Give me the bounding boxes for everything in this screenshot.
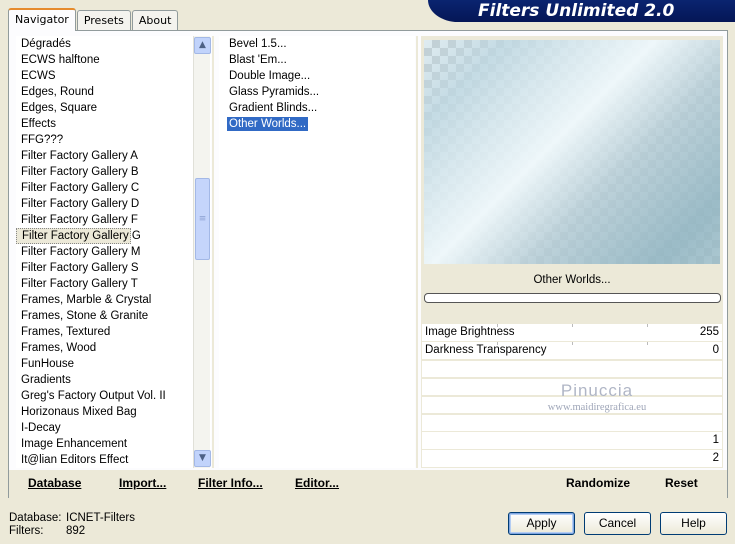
tab-strip: Navigator Presets About bbox=[8, 8, 179, 31]
param-slider-4[interactable]: 2 bbox=[422, 450, 722, 467]
watermark-url: www.maidiregrafica.eu bbox=[547, 402, 647, 413]
scroll-up-icon[interactable]: ▲ bbox=[194, 37, 211, 54]
category-item[interactable]: Gradients bbox=[16, 372, 211, 388]
tab-about[interactable]: About bbox=[131, 10, 179, 30]
filters-count: 892 bbox=[66, 525, 86, 537]
category-item[interactable]: Frames, Wood bbox=[16, 340, 211, 356]
cancel-button[interactable]: Cancel bbox=[584, 512, 651, 535]
param-value: 0 bbox=[712, 344, 719, 356]
param-value: 2 bbox=[712, 452, 719, 464]
preview-filter-name: Other Worlds... bbox=[533, 274, 611, 286]
category-item[interactable]: Frames, Stone & Granite bbox=[16, 308, 211, 324]
editor-button[interactable]: Editor... bbox=[295, 476, 339, 490]
category-item[interactable]: Greg's Factory Output Vol. II bbox=[16, 388, 211, 404]
category-item[interactable]: FunHouse bbox=[16, 356, 211, 372]
category-item[interactable]: Edges, Square bbox=[16, 100, 211, 116]
divider bbox=[212, 36, 214, 468]
category-item[interactable]: Horizonaus Mixed Bag bbox=[16, 404, 211, 420]
filter-item[interactable]: Other Worlds... bbox=[219, 116, 415, 132]
category-item[interactable]: Filter Factory Gallery G bbox=[16, 228, 141, 244]
database-button[interactable]: Database bbox=[28, 476, 81, 490]
category-item[interactable]: FFG??? bbox=[16, 132, 211, 148]
filters-info: Filters: 892 bbox=[9, 525, 85, 537]
progress-bar bbox=[424, 293, 721, 303]
param-darkness-transparency[interactable]: Darkness Transparency 0 bbox=[422, 342, 722, 359]
category-item[interactable]: Filter Factory Gallery D bbox=[16, 196, 211, 212]
param-value: 1 bbox=[712, 434, 719, 446]
scroll-thumb[interactable]: ≡ bbox=[195, 178, 210, 260]
category-item[interactable]: Filter Factory Gallery A bbox=[16, 148, 211, 164]
category-item[interactable]: Filter Factory Gallery B bbox=[16, 164, 211, 180]
help-button[interactable]: Help bbox=[660, 512, 727, 535]
reset-button[interactable]: Reset bbox=[665, 476, 698, 490]
category-item[interactable]: It@lian Editors Effect bbox=[16, 452, 211, 468]
filter-item-label: Blast 'Em... bbox=[229, 54, 287, 66]
category-item[interactable]: Edges, Round bbox=[16, 84, 211, 100]
param-image-brightness[interactable]: Image Brightness 255 bbox=[422, 324, 722, 341]
app-title: Filters Unlimited 2.0 bbox=[478, 1, 675, 21]
filter-item[interactable]: Bevel 1.5... bbox=[219, 36, 415, 52]
filter-item-label: Glass Pyramids... bbox=[229, 86, 320, 98]
category-scrollbar[interactable]: ▲ ≡ ▼ bbox=[193, 36, 211, 468]
filters-label: Filters: bbox=[9, 525, 44, 537]
apply-button[interactable]: Apply bbox=[508, 512, 575, 535]
param-value: 255 bbox=[699, 326, 719, 338]
database-info: Database: ICNET-Filters bbox=[9, 512, 135, 524]
database-label: Database: bbox=[9, 512, 62, 524]
tab-navigator[interactable]: Navigator bbox=[8, 8, 76, 31]
watermark-name: Pinuccia bbox=[560, 381, 634, 400]
import-button[interactable]: Import... bbox=[119, 476, 166, 490]
filter-list[interactable]: Bevel 1.5... Blast 'Em... Double Image... G… bbox=[219, 36, 415, 468]
param-slider-empty[interactable] bbox=[422, 415, 722, 431]
category-item[interactable]: Filter Factory Gallery M bbox=[16, 244, 211, 260]
preview-image bbox=[424, 40, 720, 264]
category-item[interactable]: Effects bbox=[16, 116, 211, 132]
param-label: Image Brightness bbox=[425, 326, 515, 338]
category-item[interactable]: Filter Factory Gallery C bbox=[16, 180, 211, 196]
divider bbox=[416, 36, 418, 468]
watermark: Pinuccia www.maidiregrafica.eu bbox=[522, 381, 672, 413]
category-item[interactable]: I-Decay bbox=[16, 420, 211, 436]
randomize-button[interactable]: Randomize bbox=[566, 476, 630, 490]
filter-item-label: Double Image... bbox=[229, 70, 311, 82]
param-slider-empty[interactable] bbox=[422, 361, 722, 377]
param-slider-3[interactable]: 1 bbox=[422, 432, 722, 449]
category-item[interactable]: ECWS bbox=[16, 68, 211, 84]
param-label: Darkness Transparency bbox=[425, 344, 547, 356]
filter-item-label: Other Worlds... bbox=[227, 117, 309, 131]
filter-item[interactable]: Gradient Blinds... bbox=[219, 100, 415, 116]
category-item[interactable]: Dégradés bbox=[16, 36, 211, 52]
category-item[interactable]: Filter Factory Gallery F bbox=[16, 212, 211, 228]
category-item[interactable]: Frames, Textured bbox=[16, 324, 211, 340]
scroll-down-icon[interactable]: ▼ bbox=[194, 450, 211, 467]
tab-presets[interactable]: Presets bbox=[76, 10, 131, 30]
filter-item-label: Gradient Blinds... bbox=[229, 102, 318, 114]
filter-item[interactable]: Blast 'Em... bbox=[219, 52, 415, 68]
filter-item[interactable]: Glass Pyramids... bbox=[219, 84, 415, 100]
filter-item-label: Bevel 1.5... bbox=[229, 38, 287, 50]
category-item[interactable]: Frames, Marble & Crystal bbox=[16, 292, 211, 308]
category-item[interactable]: Filter Factory Gallery T bbox=[16, 276, 211, 292]
category-list[interactable]: Dégradés ECWS halftone ECWS Edges, Round Edg… bbox=[16, 36, 211, 468]
filter-item[interactable]: Double Image... bbox=[219, 68, 415, 84]
filter-info-button[interactable]: Filter Info... bbox=[198, 476, 263, 490]
category-item[interactable]: Filter Factory Gallery S bbox=[16, 260, 211, 276]
database-value: ICNET-Filters bbox=[66, 512, 135, 524]
category-item[interactable]: ECWS halftone bbox=[16, 52, 211, 68]
category-item[interactable]: Image Enhancement bbox=[16, 436, 211, 452]
